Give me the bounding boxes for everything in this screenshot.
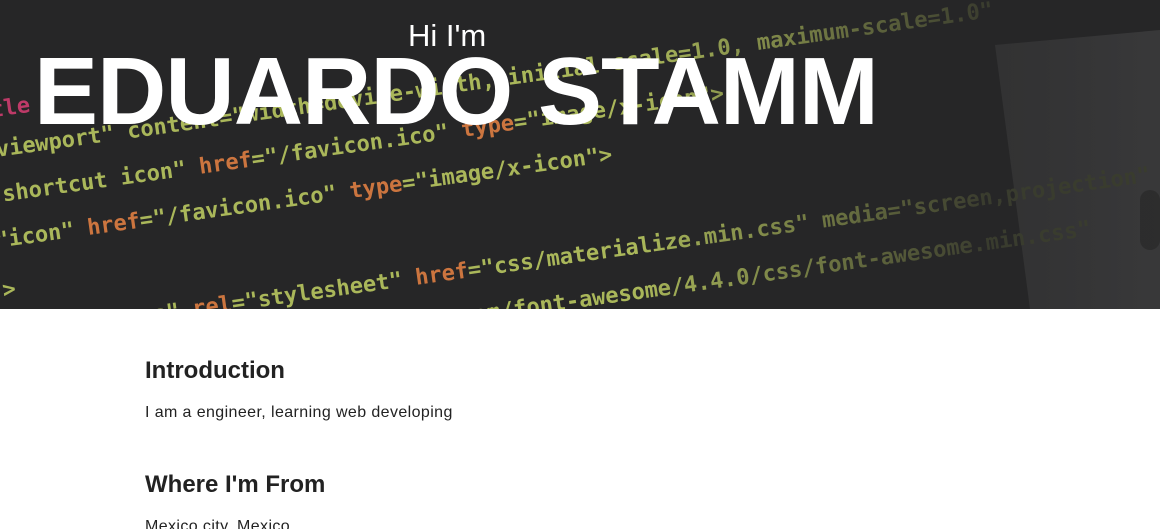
where-from-text: Mexico city, Mexico [145,518,291,529]
introduction-heading: Introduction [145,357,285,384]
hero-name-title: EDUARDO STAMM [34,38,879,145]
introduction-text: I am a engineer, learning web developing [145,404,453,421]
hero-banner: itle "viewport" content="width=device-wi… [0,0,1160,309]
where-from-heading: Where I'm From [145,471,326,498]
